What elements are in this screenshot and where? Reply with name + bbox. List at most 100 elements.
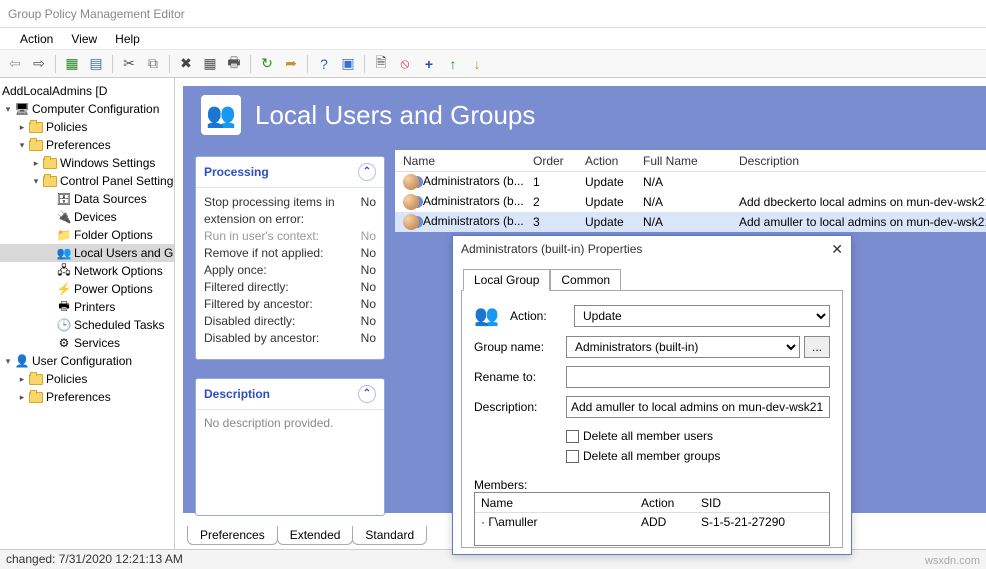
tree-windows-settings[interactable]: ▸Windows Settings [0, 154, 174, 172]
proc-disanc-label: Disabled by ancestor: [204, 330, 319, 347]
members-col-action[interactable]: Action [641, 496, 701, 510]
tree-folder-options[interactable]: 📁Folder Options [0, 226, 174, 244]
list-row[interactable]: Administrators (b... 2 Update N/A Add db… [395, 192, 986, 212]
down-icon[interactable]: ↓ [466, 53, 488, 75]
details-icon[interactable]: ▤ [85, 53, 107, 75]
back-icon[interactable]: ⇦ [4, 53, 26, 75]
page-title: Local Users and Groups [255, 100, 535, 131]
forward-icon[interactable]: ⇨ [28, 53, 50, 75]
folder-icon [29, 140, 43, 151]
delete-users-checkbox[interactable] [566, 430, 579, 443]
nav-tree[interactable]: AddLocalAdmins [D ▾🖥Computer Configurati… [0, 78, 175, 549]
proc-filtanc-label: Filtered by ancestor: [204, 296, 313, 313]
help-icon[interactable]: ? [313, 53, 335, 75]
rename-input[interactable] [566, 366, 830, 388]
members-row[interactable]: · Г\amuller ADD S-1-5-21-27290 [475, 513, 829, 531]
groupname-label: Group name: [474, 340, 558, 354]
list-header: Name Order Action Full Name Description [395, 150, 986, 172]
col-description[interactable]: Description [731, 154, 986, 168]
properties-icon[interactable]: ▦ [199, 53, 221, 75]
proc-usercontext-label: Run in user's context: [204, 228, 319, 245]
device-icon: 🔌 [56, 209, 72, 225]
proc-remove-value: No [361, 245, 376, 262]
add-icon[interactable]: + [418, 53, 440, 75]
delete-groups-checkbox[interactable] [566, 450, 579, 463]
tree-control-panel-settings[interactable]: ▾Control Panel Setting [0, 172, 174, 190]
schedule-icon: 🕒 [56, 317, 72, 333]
bottom-tabs: Preferences Extended Standard [187, 526, 426, 545]
services-icon: ⚙ [56, 335, 72, 351]
items-list[interactable]: Name Order Action Full Name Description … [395, 150, 986, 232]
doc-icon[interactable]: 🗎 [370, 53, 392, 75]
print-icon[interactable]: 🖶 [223, 53, 245, 75]
proc-filtdir-value: No [361, 279, 376, 296]
tree-printers[interactable]: 🖶Printers [0, 298, 174, 316]
tree-network-options[interactable]: 🖧Network Options [0, 262, 174, 280]
tab-extended[interactable]: Extended [277, 526, 354, 545]
tree-preferences-user[interactable]: ▸Preferences [0, 388, 174, 406]
datasource-icon: 🗄 [56, 191, 72, 207]
tree-scheduled-tasks[interactable]: 🕒Scheduled Tasks [0, 316, 174, 334]
tree-user-config[interactable]: ▾👤User Configuration [0, 352, 174, 370]
members-list[interactable]: Name Action SID · Г\amuller ADD S-1-5-21… [474, 492, 830, 546]
folder-icon [43, 158, 57, 169]
cell-full: N/A [635, 175, 731, 189]
computer-icon: 🖥 [14, 101, 30, 117]
tree-policies[interactable]: ▸Policies [0, 118, 174, 136]
folder-icon [29, 392, 43, 403]
description-title: Description [204, 387, 270, 401]
delete-icon[interactable]: ✖ [175, 53, 197, 75]
browse-button[interactable]: ... [804, 336, 830, 358]
menu-help[interactable]: Help [115, 32, 140, 46]
tab-common[interactable]: Common [550, 269, 621, 291]
tree-preferences[interactable]: ▾Preferences [0, 136, 174, 154]
tree-power-options[interactable]: ⚡Power Options [0, 280, 174, 298]
groupname-select[interactable]: Administrators (built-in) [566, 336, 800, 358]
proc-disdir-label: Disabled directly: [204, 313, 295, 330]
tree-data-sources[interactable]: 🗄Data Sources [0, 190, 174, 208]
list-row[interactable]: Administrators (b... 3 Update N/A Add am… [395, 212, 986, 232]
col-order[interactable]: Order [525, 154, 577, 168]
user-icon: 👤 [14, 353, 30, 369]
desc-input[interactable] [566, 396, 830, 418]
new-icon[interactable]: ▦ [61, 53, 83, 75]
cell-name: Administrators (b... [423, 214, 524, 228]
members-col-sid[interactable]: SID [701, 496, 823, 510]
stop-icon[interactable]: ⦸ [394, 53, 416, 75]
tab-preferences[interactable]: Preferences [187, 526, 278, 545]
delete-groups-label: Delete all member groups [583, 446, 720, 466]
tree-local-users-groups[interactable]: 👥Local Users and G [0, 244, 174, 262]
members-col-name[interactable]: Name [481, 496, 641, 510]
col-action[interactable]: Action [577, 154, 635, 168]
col-fullname[interactable]: Full Name [635, 154, 731, 168]
copy-icon[interactable]: ⧉ [142, 53, 164, 75]
tree-policies-user[interactable]: ▸Policies [0, 370, 174, 388]
tree-devices[interactable]: 🔌Devices [0, 208, 174, 226]
list-row[interactable]: Administrators (b... 1 Update N/A [395, 172, 986, 192]
tab-local-group[interactable]: Local Group [463, 269, 550, 291]
tree-root[interactable]: AddLocalAdmins [D [0, 82, 174, 100]
group-icon [403, 174, 419, 190]
member-name: Г\amuller [488, 515, 537, 529]
menu-view[interactable]: View [71, 32, 97, 46]
tab-standard[interactable]: Standard [352, 526, 427, 545]
col-name[interactable]: Name [395, 154, 525, 168]
collapse-icon[interactable]: ⌃ [358, 163, 376, 181]
watermark: wsxdn.com [925, 555, 980, 567]
tree-services[interactable]: ⚙Services [0, 334, 174, 352]
menu-action[interactable]: Action [20, 32, 53, 46]
group-icon [403, 214, 419, 230]
export-icon[interactable]: ➦ [280, 53, 302, 75]
window-icon[interactable]: ▣ [337, 53, 359, 75]
rename-label: Rename to: [474, 370, 558, 384]
refresh-icon[interactable]: ↻ [256, 53, 278, 75]
cut-icon[interactable]: ✂ [118, 53, 140, 75]
cell-desc: Add dbeckerto local admins on mun-dev-ws… [731, 195, 986, 209]
cell-action: Update [577, 195, 635, 209]
tree-computer-config[interactable]: ▾🖥Computer Configuration [0, 100, 174, 118]
up-icon[interactable]: ↑ [442, 53, 464, 75]
cell-action: Update [577, 175, 635, 189]
action-select[interactable]: Update [574, 305, 830, 327]
collapse-icon[interactable]: ⌃ [358, 385, 376, 403]
close-icon[interactable]: ✕ [831, 241, 843, 258]
